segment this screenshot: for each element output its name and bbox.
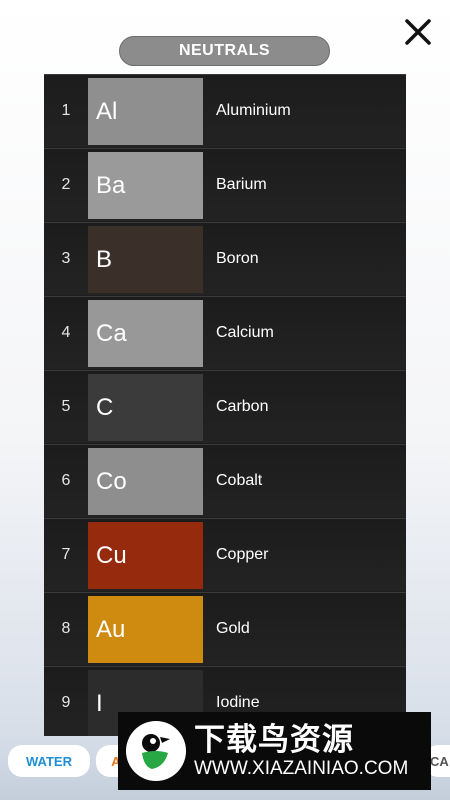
element-list: 1 Al Aluminium 2 Ba Barium 3 B Boron 4 C… — [44, 74, 406, 740]
tab-partial-right-label: CA — [430, 753, 449, 769]
list-item[interactable]: 1 Al Aluminium — [44, 74, 406, 147]
list-item[interactable]: 6 Co Cobalt — [44, 444, 406, 517]
element-name: Gold — [216, 620, 250, 637]
color-swatch: Cu — [88, 522, 203, 589]
color-swatch: Co — [88, 448, 203, 515]
color-swatch: Al — [88, 78, 203, 145]
element-name: Aluminium — [216, 102, 291, 119]
watermark-title: 下载鸟资源 — [194, 722, 354, 757]
color-swatch: B — [88, 226, 203, 293]
list-item[interactable]: 7 Cu Copper — [44, 518, 406, 591]
element-name: Boron — [216, 250, 259, 267]
color-swatch: Au — [88, 596, 203, 663]
element-name: Calcium — [216, 324, 274, 341]
watermark-banner: 下载鸟资源 WWW.XIAZAINIAO.COM — [118, 712, 431, 790]
list-item[interactable]: 5 C Carbon — [44, 370, 406, 443]
row-number: 4 — [61, 324, 71, 341]
tab-water-label: WATER — [26, 753, 72, 769]
list-item[interactable]: 8 Au Gold — [44, 592, 406, 665]
element-symbol: Cu — [96, 541, 127, 569]
element-symbol: Ba — [96, 171, 126, 199]
element-symbol: C — [96, 393, 114, 421]
tab-water[interactable]: WATER — [8, 745, 90, 777]
element-name: Barium — [216, 176, 267, 193]
element-symbol: Co — [96, 467, 127, 495]
bird-logo-icon — [126, 721, 186, 781]
element-symbol: Ca — [96, 319, 127, 347]
element-name: Carbon — [216, 398, 269, 415]
watermark-url: WWW.XIAZAINIAO.COM — [194, 758, 409, 779]
color-swatch: C — [88, 374, 203, 441]
element-symbol: Al — [96, 97, 118, 125]
element-name: Copper — [216, 546, 269, 563]
row-number: 2 — [61, 176, 71, 193]
element-symbol: B — [96, 245, 113, 273]
color-swatch: Ba — [88, 152, 203, 219]
element-symbol: Au — [96, 615, 126, 643]
list-item[interactable]: 2 Ba Barium — [44, 148, 406, 221]
color-swatch: Ca — [88, 300, 203, 367]
row-number: 7 — [61, 546, 71, 563]
row-number: 5 — [61, 398, 71, 415]
close-button[interactable] — [398, 12, 438, 52]
row-number: 8 — [61, 620, 71, 637]
page-title-text: NEUTRALS — [178, 42, 271, 59]
row-number: 6 — [61, 472, 71, 489]
element-name: Cobalt — [216, 472, 263, 489]
page-title: NEUTRALS — [119, 36, 330, 66]
row-number: 9 — [61, 694, 71, 711]
element-symbol: I — [96, 689, 103, 717]
list-item[interactable]: 4 Ca Calcium — [44, 296, 406, 369]
row-number: 3 — [61, 250, 71, 267]
close-icon — [405, 19, 431, 45]
list-item[interactable]: 3 B Boron — [44, 222, 406, 295]
row-number: 1 — [61, 102, 71, 119]
